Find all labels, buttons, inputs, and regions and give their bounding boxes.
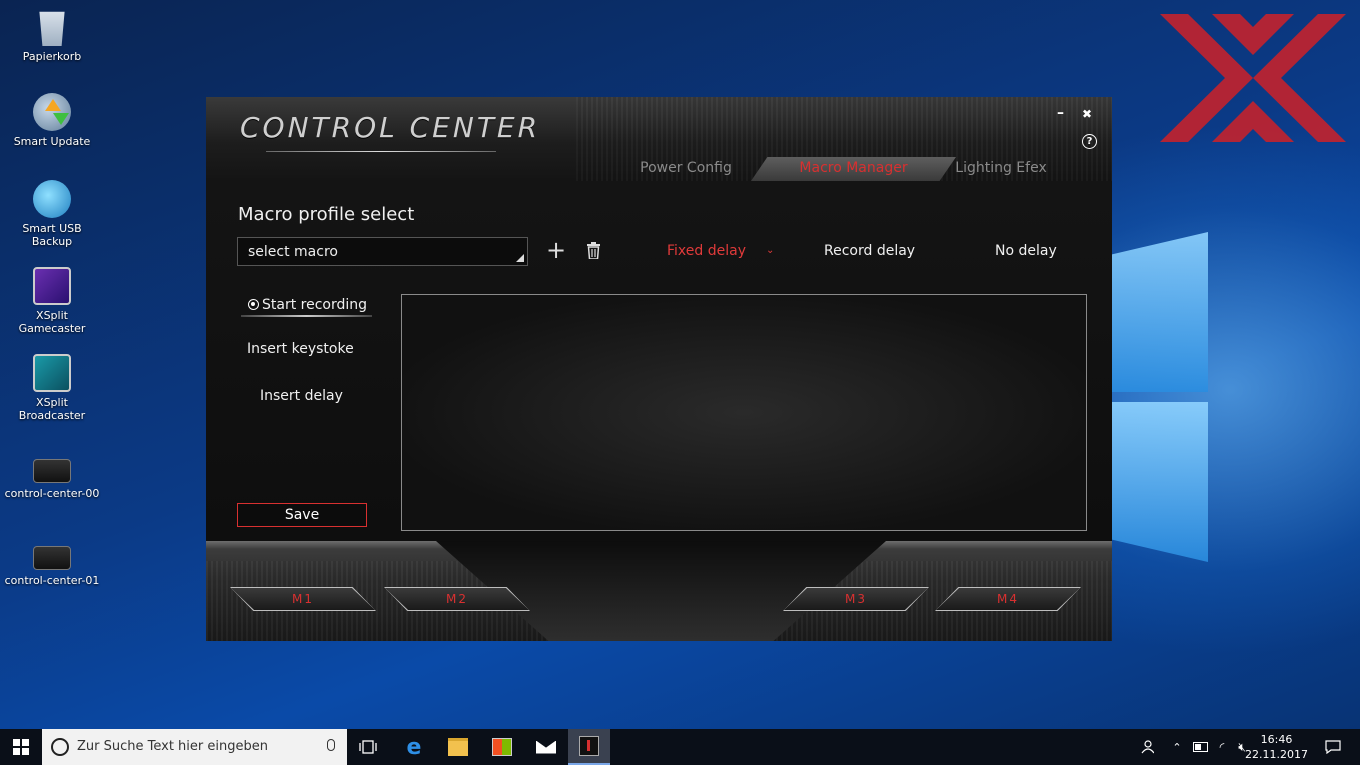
- folder-icon: [448, 738, 468, 756]
- wifi-icon[interactable]: ◜: [1212, 729, 1232, 765]
- desktop-icon-label: control-center-00: [4, 487, 100, 500]
- close-button[interactable]: ✖: [1082, 107, 1092, 121]
- windows-start-icon: [13, 739, 29, 755]
- xsplit-broadcaster-icon: [33, 354, 71, 392]
- xsplit-gamecaster-icon: [33, 267, 71, 305]
- desktop-icon-control-center-00[interactable]: control-center-00: [2, 453, 102, 500]
- taskbar-search-box[interactable]: Zur Suche Text hier eingeben: [42, 729, 347, 765]
- desktop-icon-xsplit-broadcaster[interactable]: XSplit Broadcaster: [2, 354, 102, 422]
- taskbar-mail-button[interactable]: [530, 729, 562, 765]
- desktop-icon-label: Papierkorb: [22, 50, 82, 63]
- taskbar-edge-button[interactable]: e: [398, 729, 430, 765]
- taskbar: Zur Suche Text hier eingeben e ⌃ ◜ 🔇︎ 16…: [0, 729, 1360, 765]
- m3-key-button[interactable]: M3: [784, 588, 928, 610]
- task-view-button[interactable]: [352, 729, 384, 765]
- taskbar-explorer-button[interactable]: [442, 729, 474, 765]
- save-button[interactable]: Save: [237, 503, 367, 527]
- application-icon: [33, 546, 71, 570]
- search-placeholder: Zur Suche Text hier eingeben: [77, 739, 268, 754]
- people-icon[interactable]: [1136, 729, 1158, 765]
- start-button[interactable]: [0, 729, 42, 765]
- m2-key-button[interactable]: M2: [385, 588, 529, 610]
- insert-delay-button[interactable]: Insert delay: [260, 388, 343, 404]
- xx-logo: [1160, 14, 1346, 142]
- clock-date: 22.11.2017: [1245, 748, 1308, 761]
- taskbar-clock[interactable]: 16:46 22.11.2017: [1245, 732, 1308, 762]
- section-title: Macro profile select: [238, 204, 415, 225]
- macro-profile-value: select macro: [248, 244, 338, 260]
- no-delay-option[interactable]: No delay: [995, 243, 1057, 259]
- desktop-icon-label: Smart USB Backup: [22, 222, 82, 248]
- desktop-icon-smart-update[interactable]: Smart Update: [2, 93, 102, 148]
- cortana-icon: [51, 738, 69, 756]
- tab-macro-manager[interactable]: Macro Manager: [751, 157, 956, 181]
- minimize-button[interactable]: –: [1057, 105, 1064, 121]
- trash-icon[interactable]: [587, 242, 600, 259]
- notification-icon: [1325, 740, 1341, 754]
- macro-recording-area[interactable]: [401, 294, 1087, 531]
- title-divider: [266, 151, 496, 152]
- start-recording-option[interactable]: Start recording: [248, 297, 367, 313]
- desktop-icon-label: Smart Update: [13, 135, 91, 148]
- start-recording-label: Start recording: [262, 297, 368, 313]
- recording-underline: [241, 315, 372, 317]
- taskbar-store-button[interactable]: [486, 729, 518, 765]
- desktop-icon-label: XSplit Gamecaster: [18, 309, 86, 335]
- desktop-icon-smart-usb-backup[interactable]: Smart USB Backup: [2, 180, 102, 248]
- recycle-bin-icon: [39, 11, 65, 46]
- record-delay-option[interactable]: Record delay: [824, 243, 915, 259]
- tab-power-config[interactable]: Power Config: [626, 157, 746, 181]
- taskbar-control-center-button[interactable]: [568, 729, 610, 765]
- desktop-icon-recycle-bin[interactable]: Papierkorb: [2, 8, 102, 63]
- help-icon[interactable]: ?: [1082, 134, 1097, 149]
- m4-key-button[interactable]: M4: [936, 588, 1080, 610]
- windows-wallpaper-logo: [1112, 232, 1208, 562]
- store-icon: [492, 738, 512, 756]
- microphone-icon[interactable]: [327, 739, 335, 751]
- app-title: CONTROL CENTER: [240, 111, 541, 144]
- clock-time: 16:46: [1260, 733, 1293, 746]
- action-center-button[interactable]: [1318, 729, 1348, 765]
- m1-key-button[interactable]: M1: [231, 588, 375, 610]
- desktop-icon-xsplit-gamecaster[interactable]: XSplit Gamecaster: [2, 267, 102, 335]
- chevron-up-icon[interactable]: ⌃: [1168, 729, 1186, 765]
- radio-icon: [248, 299, 259, 310]
- desktop-icon-label: control-center-01: [4, 574, 100, 587]
- task-view-icon: [359, 740, 377, 754]
- edge-icon: e: [406, 734, 422, 760]
- battery-icon[interactable]: [1190, 729, 1210, 765]
- mail-icon: [536, 740, 556, 754]
- control-center-app-icon: [579, 736, 599, 756]
- control-center-window: CONTROL CENTER – ✖ ? Power Config Macro …: [206, 97, 1112, 641]
- application-icon: [33, 459, 71, 483]
- desktop-icon-label: XSplit Broadcaster: [18, 396, 86, 422]
- insert-keystroke-button[interactable]: Insert keystoke: [247, 341, 354, 357]
- window-header[interactable]: CONTROL CENTER – ✖ ? Power Config Macro …: [206, 97, 1112, 181]
- fixed-delay-option[interactable]: Fixed delay: [667, 243, 746, 259]
- desktop-icon-control-center-01[interactable]: control-center-01: [2, 540, 102, 587]
- chevron-down-icon[interactable]: ⌄: [766, 245, 774, 256]
- tab-lighting-efex[interactable]: Lighting Efex: [946, 157, 1056, 181]
- globe-update-icon: [33, 93, 71, 131]
- dropdown-arrow-icon: [516, 254, 524, 262]
- usb-backup-icon: [33, 180, 71, 218]
- macro-profile-dropdown[interactable]: select macro: [237, 237, 528, 266]
- add-macro-icon[interactable]: +: [546, 238, 566, 262]
